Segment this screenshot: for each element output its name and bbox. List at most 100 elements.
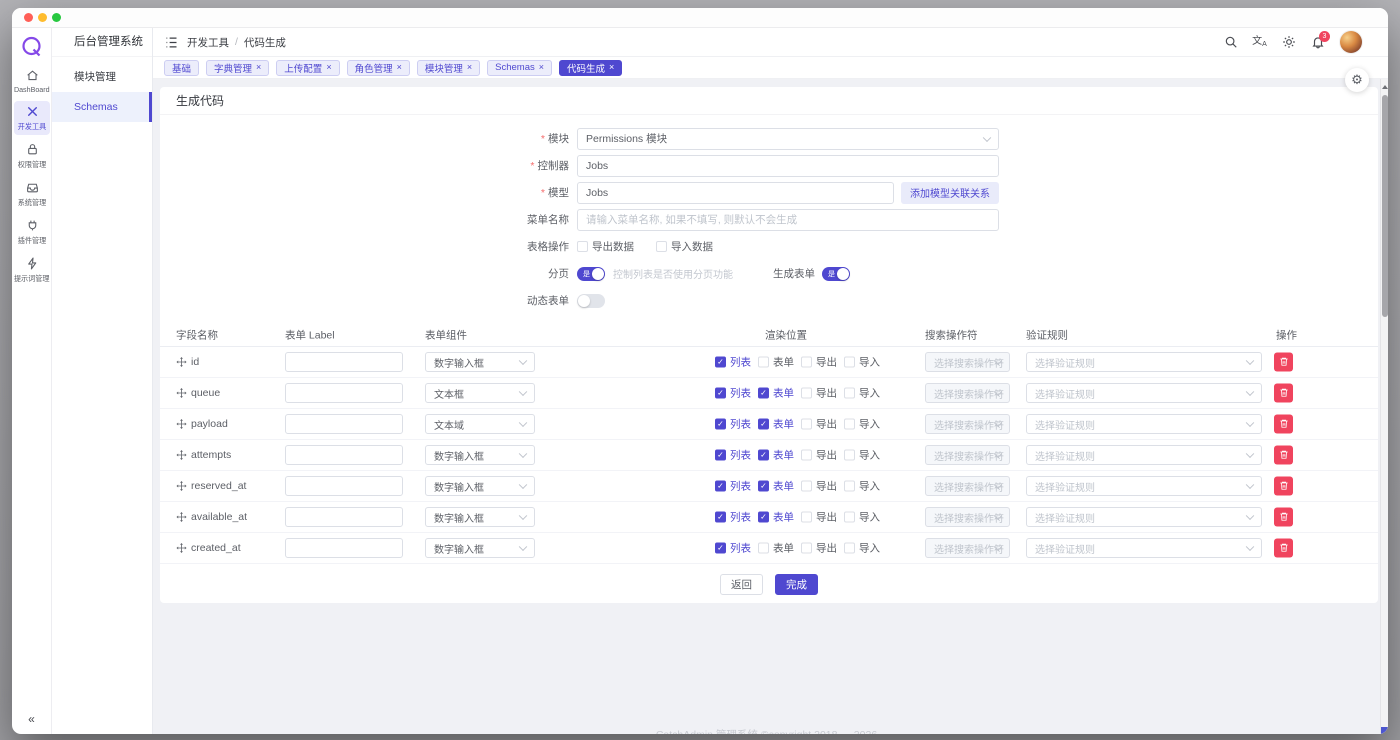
tab-2[interactable]: 上传配置 xyxy=(276,60,339,76)
menu-toggle-icon[interactable] xyxy=(164,35,179,50)
dynamic-form-toggle[interactable] xyxy=(577,294,605,308)
render-position-checkbox-导出[interactable]: 导出 xyxy=(801,355,837,370)
render-position-checkbox-导入[interactable]: 导入 xyxy=(844,541,880,556)
render-position-checkbox-表单[interactable]: 表单 xyxy=(758,386,794,401)
render-position-checkbox-导入[interactable]: 导入 xyxy=(844,448,880,463)
render-position-checkbox-表单[interactable]: 表单 xyxy=(758,417,794,432)
sidebar-item-3[interactable]: 系统管理 xyxy=(14,177,50,211)
form-label-input[interactable] xyxy=(285,476,403,496)
submenu-item-1[interactable]: Schemas xyxy=(52,92,152,122)
generate-form-toggle[interactable]: 是 xyxy=(822,267,850,281)
submenu-item-0[interactable]: 模块管理 xyxy=(52,62,152,92)
validation-rule-select[interactable]: 选择验证规则 xyxy=(1026,538,1262,558)
validation-rule-select[interactable]: 选择验证规则 xyxy=(1026,476,1262,496)
notification-bell-icon[interactable]: 3 xyxy=(1305,30,1330,55)
settings-gear-button[interactable] xyxy=(1345,68,1369,92)
render-position-checkbox-导入[interactable]: 导入 xyxy=(844,386,880,401)
form-label-input[interactable] xyxy=(285,383,403,403)
tab-5[interactable]: Schemas xyxy=(487,60,552,76)
search-operator-select[interactable]: 选择搜索操作符 xyxy=(925,414,1010,434)
component-select[interactable]: 数字输入框 xyxy=(425,445,535,465)
language-icon[interactable]: 文A xyxy=(1247,30,1272,55)
render-position-checkbox-导入[interactable]: 导入 xyxy=(844,479,880,494)
render-position-checkbox-列表[interactable]: 列表 xyxy=(715,510,751,525)
render-position-checkbox-列表[interactable]: 列表 xyxy=(715,386,751,401)
drag-handle-icon[interactable] xyxy=(176,450,187,461)
close-tab-icon[interactable] xyxy=(326,63,331,72)
export-data-checkbox[interactable]: 导出数据 xyxy=(577,239,634,254)
search-operator-select[interactable]: 选择搜索操作符 xyxy=(925,445,1010,465)
tab-0[interactable]: 基础 xyxy=(164,60,199,76)
search-icon[interactable] xyxy=(1218,30,1243,55)
render-position-checkbox-列表[interactable]: 列表 xyxy=(715,448,751,463)
drag-handle-icon[interactable] xyxy=(176,481,187,492)
menu-name-input[interactable] xyxy=(577,209,999,231)
render-position-checkbox-表单[interactable]: 表单 xyxy=(758,479,794,494)
theme-sun-icon[interactable] xyxy=(1276,30,1301,55)
form-label-input[interactable] xyxy=(285,414,403,434)
sidebar-collapse-button[interactable] xyxy=(12,712,51,726)
done-button[interactable]: 完成 xyxy=(775,574,818,595)
tab-4[interactable]: 模块管理 xyxy=(417,60,480,76)
sidebar-item-4[interactable]: 插件管理 xyxy=(14,215,50,249)
close-tab-icon[interactable] xyxy=(256,63,261,72)
form-label-input[interactable] xyxy=(285,507,403,527)
render-position-checkbox-表单[interactable]: 表单 xyxy=(758,510,794,525)
render-position-checkbox-导出[interactable]: 导出 xyxy=(801,417,837,432)
close-tab-icon[interactable] xyxy=(609,63,614,72)
render-position-checkbox-导出[interactable]: 导出 xyxy=(801,386,837,401)
component-select[interactable]: 数字输入框 xyxy=(425,538,535,558)
render-position-checkbox-导入[interactable]: 导入 xyxy=(844,510,880,525)
delete-row-button[interactable] xyxy=(1274,415,1293,434)
breadcrumb-item[interactable]: 开发工具 xyxy=(187,35,229,50)
search-operator-select[interactable]: 选择搜索操作符 xyxy=(925,476,1010,496)
component-select[interactable]: 数字输入框 xyxy=(425,507,535,527)
component-select[interactable]: 文本框 xyxy=(425,383,535,403)
search-operator-select[interactable]: 选择搜索操作符 xyxy=(925,383,1010,403)
render-position-checkbox-表单[interactable]: 表单 xyxy=(758,355,794,370)
validation-rule-select[interactable]: 选择验证规则 xyxy=(1026,507,1262,527)
zoom-window-button[interactable] xyxy=(52,13,61,22)
close-window-button[interactable] xyxy=(24,13,33,22)
component-select[interactable]: 数字输入框 xyxy=(425,476,535,496)
search-operator-select[interactable]: 选择搜索操作符 xyxy=(925,352,1010,372)
render-position-checkbox-导出[interactable]: 导出 xyxy=(801,541,837,556)
model-input[interactable] xyxy=(577,182,894,204)
form-label-input[interactable] xyxy=(285,352,403,372)
validation-rule-select[interactable]: 选择验证规则 xyxy=(1026,414,1262,434)
import-data-checkbox[interactable]: 导入数据 xyxy=(656,239,713,254)
delete-row-button[interactable] xyxy=(1274,477,1293,496)
delete-row-button[interactable] xyxy=(1274,353,1293,372)
drag-handle-icon[interactable] xyxy=(176,388,187,399)
sidebar-item-2[interactable]: 权限管理 xyxy=(14,139,50,173)
controller-input[interactable] xyxy=(577,155,999,177)
drag-handle-icon[interactable] xyxy=(176,512,187,523)
delete-row-button[interactable] xyxy=(1274,508,1293,527)
close-tab-icon[interactable] xyxy=(467,63,472,72)
sidebar-item-1[interactable]: 开发工具 xyxy=(14,101,50,135)
search-operator-select[interactable]: 选择搜索操作符 xyxy=(925,538,1010,558)
component-select[interactable]: 数字输入框 xyxy=(425,352,535,372)
drag-handle-icon[interactable] xyxy=(176,543,187,554)
render-position-checkbox-导出[interactable]: 导出 xyxy=(801,479,837,494)
component-select[interactable]: 文本域 xyxy=(425,414,535,434)
module-select[interactable]: Permissions 模块 xyxy=(577,128,999,150)
render-position-checkbox-列表[interactable]: 列表 xyxy=(715,479,751,494)
close-tab-icon[interactable] xyxy=(397,63,402,72)
render-position-checkbox-列表[interactable]: 列表 xyxy=(715,417,751,432)
pagination-toggle[interactable]: 是 xyxy=(577,267,605,281)
drag-handle-icon[interactable] xyxy=(176,357,187,368)
back-button[interactable]: 返回 xyxy=(720,574,763,595)
add-model-relation-button[interactable]: 添加模型关联关系 xyxy=(901,182,999,204)
render-position-checkbox-表单[interactable]: 表单 xyxy=(758,448,794,463)
tab-1[interactable]: 字典管理 xyxy=(206,60,269,76)
delete-row-button[interactable] xyxy=(1274,446,1293,465)
tab-3[interactable]: 角色管理 xyxy=(347,60,410,76)
validation-rule-select[interactable]: 选择验证规则 xyxy=(1026,383,1262,403)
scrollbar-up-arrow-icon[interactable] xyxy=(1382,85,1388,89)
close-tab-icon[interactable] xyxy=(539,63,544,72)
minimize-window-button[interactable] xyxy=(38,13,47,22)
render-position-checkbox-导出[interactable]: 导出 xyxy=(801,510,837,525)
render-position-checkbox-列表[interactable]: 列表 xyxy=(715,355,751,370)
drag-handle-icon[interactable] xyxy=(176,419,187,430)
